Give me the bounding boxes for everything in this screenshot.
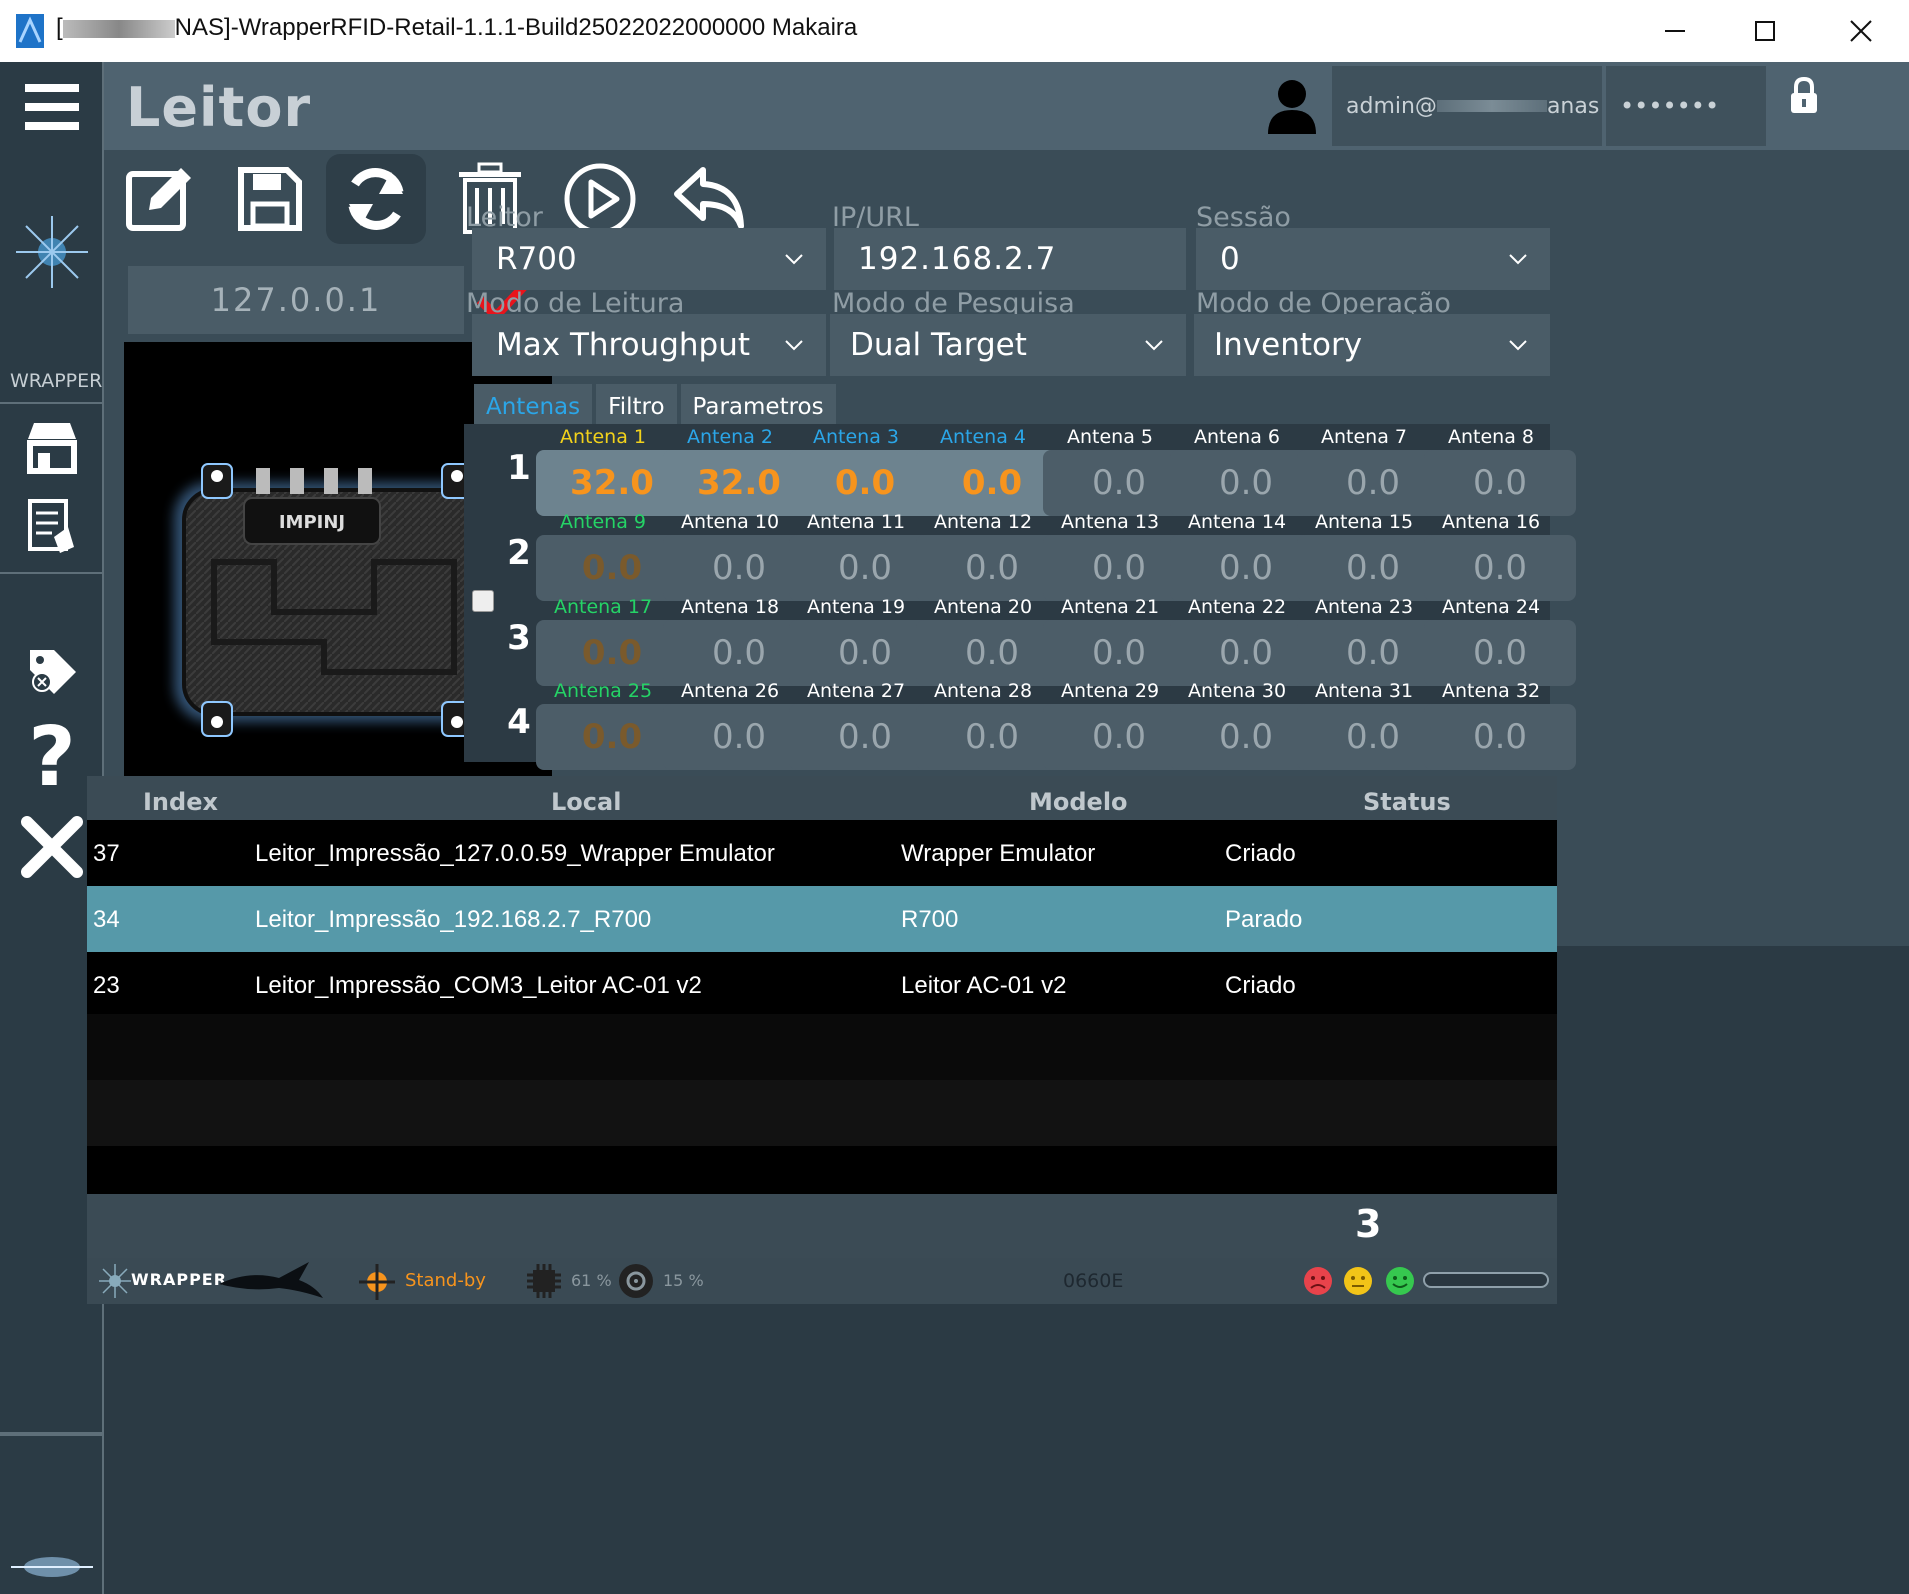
cpu-usage: 61 % bbox=[571, 1271, 612, 1290]
disk-icon bbox=[617, 1262, 655, 1300]
maximize-button[interactable] bbox=[1720, 0, 1810, 62]
antenna-power-input[interactable]: 0.0 bbox=[1424, 450, 1576, 516]
refresh-button[interactable] bbox=[326, 154, 426, 244]
cell-modelo: R700 bbox=[901, 906, 959, 933]
chevron-down-icon bbox=[785, 254, 803, 265]
brand-label: IMPINJ bbox=[279, 512, 345, 533]
lock-icon[interactable] bbox=[1788, 76, 1828, 122]
empty-row bbox=[87, 1080, 1557, 1146]
report-icon[interactable] bbox=[0, 487, 104, 567]
modo-leitura-value: Max Throughput bbox=[496, 327, 751, 363]
save-icon bbox=[238, 167, 302, 231]
sessao-value: 0 bbox=[1220, 241, 1240, 277]
happy-face-icon bbox=[1385, 1266, 1415, 1296]
antenna-power-input[interactable]: 0.0 bbox=[1424, 704, 1576, 770]
bottom-info-area: 3 bbox=[87, 1194, 1557, 1258]
window-title: [NAS]-WrapperRFID-Retail-1.1.1-Build2502… bbox=[56, 14, 858, 41]
sad-face-icon bbox=[1303, 1266, 1333, 1296]
modo-operacao-select[interactable]: Inventory bbox=[1194, 314, 1550, 376]
cell-index: 23 bbox=[93, 972, 120, 999]
store-icon[interactable] bbox=[0, 407, 104, 487]
sessao-select[interactable]: 0 bbox=[1196, 228, 1550, 290]
cell-local: Leitor_Impressão_192.168.2.7_R700 bbox=[255, 906, 652, 933]
brand-label: WRAPPER bbox=[131, 1270, 228, 1289]
cell-modelo: Leitor AC-01 v2 bbox=[901, 972, 1067, 999]
refresh-icon bbox=[348, 168, 404, 230]
wrapper-mini-logo-icon bbox=[0, 1540, 104, 1594]
cell-local: Leitor_Impressão_COM3_Leitor AC-01 v2 bbox=[255, 972, 702, 999]
status-bar: WRAPPER Stand-by 61 % 15 % 0660E bbox=[87, 1258, 1557, 1304]
play-icon bbox=[564, 163, 636, 235]
disk-usage: 15 % bbox=[663, 1271, 704, 1290]
readers-table: Index Local Modelo Status 37 Leitor_Impre… bbox=[87, 776, 1557, 1194]
wrapper-label: WRAPPER bbox=[10, 370, 103, 392]
table-row[interactable]: 23 Leitor_Impressão_COM3_Leitor AC-01 v2 L… bbox=[87, 952, 1557, 1018]
tag-icon[interactable] bbox=[0, 632, 104, 712]
status-text: Stand-by bbox=[405, 1270, 486, 1291]
chevron-down-icon bbox=[785, 340, 803, 351]
progress-bar bbox=[1423, 1272, 1549, 1288]
cpu-icon bbox=[527, 1264, 561, 1298]
marlin-logo-icon bbox=[219, 1260, 323, 1300]
page-title: Leitor bbox=[126, 76, 312, 139]
minimize-button[interactable] bbox=[1630, 0, 1720, 62]
target-icon bbox=[359, 1264, 395, 1300]
antenna-power-input[interactable]: 0.0 bbox=[1424, 535, 1576, 601]
cell-status: Criado bbox=[1225, 840, 1296, 867]
modo-pesquisa-value: Dual Target bbox=[850, 327, 1027, 363]
chevron-down-icon bbox=[1509, 254, 1527, 265]
status-code: 0660E bbox=[1063, 1270, 1124, 1292]
chevron-down-icon bbox=[1509, 340, 1527, 351]
header-status[interactable]: Status bbox=[1363, 788, 1451, 816]
header-local[interactable]: Local bbox=[551, 788, 621, 816]
reader-ip-display: 127.0.0.1 bbox=[128, 266, 464, 334]
username-field[interactable]: admin@ anas bbox=[1332, 66, 1602, 146]
chevron-down-icon bbox=[1145, 340, 1163, 351]
save-button[interactable] bbox=[220, 154, 320, 244]
record-count: 3 bbox=[1355, 1202, 1382, 1246]
wrapper-logo-icon bbox=[0, 202, 104, 302]
cell-index: 34 bbox=[93, 906, 120, 933]
antenna-label: Antena 8 bbox=[1448, 426, 1534, 448]
modo-operacao-value: Inventory bbox=[1214, 327, 1363, 363]
header-index[interactable]: Index bbox=[143, 788, 218, 816]
divider bbox=[0, 1432, 104, 1436]
cell-local: Leitor_Impressão_127.0.0.59_Wrapper Emul… bbox=[255, 840, 775, 867]
app-icon bbox=[16, 14, 44, 48]
password-field[interactable]: ••••••• bbox=[1606, 66, 1766, 146]
ip-url-input[interactable]: 192.168.2.7 bbox=[834, 228, 1186, 290]
window-titlebar: [NAS]-WrapperRFID-Retail-1.1.1-Build2502… bbox=[0, 0, 1909, 62]
leitor-select[interactable]: R700 bbox=[472, 228, 826, 290]
divider bbox=[0, 402, 104, 404]
antenna-power-input[interactable]: 0.0 bbox=[1424, 620, 1576, 686]
antenna-label: Antena 32 bbox=[1441, 680, 1541, 702]
table-row[interactable]: 34 Leitor_Impressão_192.168.2.7_R700 R700 P… bbox=[87, 886, 1557, 952]
modo-pesquisa-select[interactable]: Dual Target bbox=[830, 314, 1186, 376]
leitor-value: R700 bbox=[496, 241, 577, 277]
redacted-text bbox=[1436, 100, 1547, 112]
modo-leitura-select[interactable]: Max Throughput bbox=[472, 314, 826, 376]
antenna-label: Antena 16 bbox=[1441, 511, 1541, 533]
redacted-text bbox=[62, 19, 175, 38]
antenna-label: Antena 24 bbox=[1441, 596, 1541, 618]
close-window-button[interactable] bbox=[1816, 0, 1906, 62]
header-modelo[interactable]: Modelo bbox=[1029, 788, 1128, 816]
edit-button[interactable] bbox=[110, 154, 210, 244]
divider bbox=[0, 572, 104, 574]
hamburger-menu-icon[interactable] bbox=[0, 72, 104, 142]
cell-index: 37 bbox=[93, 840, 120, 867]
edit-icon bbox=[126, 168, 191, 231]
table-row[interactable]: 37 Leitor_Impressão_127.0.0.59_Wrapper Em… bbox=[87, 820, 1557, 886]
antenna-select-all-checkbox[interactable] bbox=[472, 590, 494, 612]
antenna-grid-content: 1 Antena 1 32.0 Antena 2 32.0 Antena 3 0.0 Ante… bbox=[464, 424, 1576, 770]
undo-icon bbox=[674, 167, 744, 229]
neutral-face-icon bbox=[1343, 1266, 1373, 1296]
user-icon bbox=[1264, 76, 1320, 136]
empty-row bbox=[87, 1014, 1557, 1080]
wrapper-mini-logo-icon bbox=[97, 1262, 133, 1300]
cell-modelo: Wrapper Emulator bbox=[901, 840, 1096, 867]
cell-status: Criado bbox=[1225, 972, 1296, 999]
page-header: Leitor admin@ anas ••••••• bbox=[104, 62, 1909, 150]
cell-status: Parado bbox=[1225, 906, 1303, 933]
